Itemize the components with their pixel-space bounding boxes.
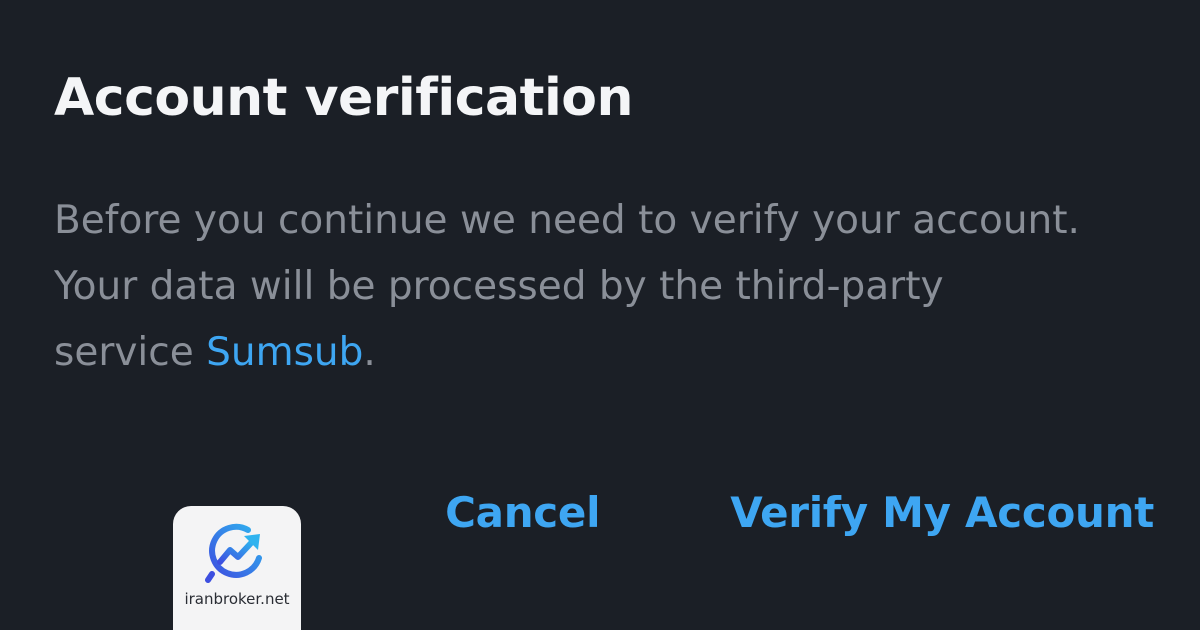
trend-arrow-logo-icon xyxy=(205,523,262,583)
body-line-2: Your data will be processed by the third… xyxy=(54,264,944,309)
body-line-3-prefix: service xyxy=(54,330,207,375)
sumsub-link[interactable]: Sumsub xyxy=(206,330,363,375)
dialog-actions: Cancel Verify My Account xyxy=(445,482,1154,543)
body-line-3-suffix: . xyxy=(363,330,376,375)
iranbroker-watermark: iranbroker.net xyxy=(173,506,301,630)
dialog-body: Before you continue we need to verify yo… xyxy=(54,188,1164,386)
dialog-title: Account verification xyxy=(54,68,634,128)
verify-my-account-button[interactable]: Verify My Account xyxy=(730,482,1154,543)
body-line-3: service Sumsub. xyxy=(54,320,1164,386)
cancel-button[interactable]: Cancel xyxy=(445,482,600,543)
body-line-1: Before you continue we need to verify yo… xyxy=(54,198,1080,243)
watermark-text: iranbroker.net xyxy=(184,590,290,608)
